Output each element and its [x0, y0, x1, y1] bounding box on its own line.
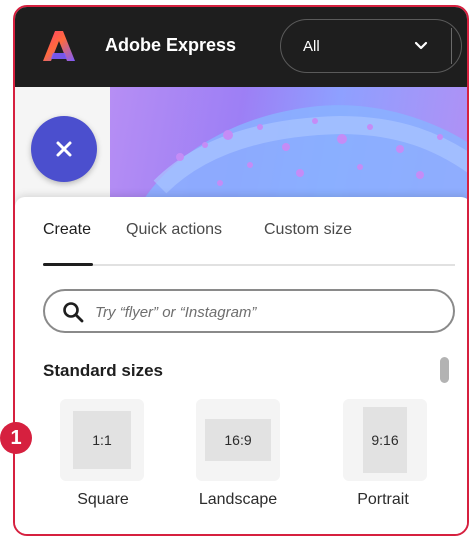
scrollbar[interactable] — [437, 353, 451, 534]
size-label: Landscape — [198, 491, 278, 508]
tab-active-indicator — [43, 263, 93, 266]
create-panel: Create Quick actions Custom size Standar… — [15, 197, 467, 534]
scope-select[interactable]: All — [280, 19, 462, 73]
chevron-down-icon — [414, 41, 428, 50]
section-title-standard-sizes: Standard sizes — [43, 361, 163, 380]
size-ratio-label: 16:9 — [205, 419, 271, 461]
size-option-square[interactable]: 1:1 Square — [48, 399, 158, 519]
scope-divider — [451, 28, 452, 64]
size-label: Square — [77, 491, 129, 508]
size-ratio-label: 9:16 — [363, 407, 407, 473]
size-ratio-label: 1:1 — [73, 411, 131, 469]
tab-quick-actions[interactable]: Quick actions — [126, 221, 222, 239]
search-input[interactable] — [95, 300, 435, 324]
size-option-landscape[interactable]: 16:9 Landscape — [183, 399, 293, 519]
brush-texture-image — [140, 105, 467, 205]
app-title: Adobe Express — [105, 35, 237, 55]
search-box[interactable] — [43, 289, 455, 333]
close-icon — [56, 141, 72, 157]
adobe-express-logo[interactable] — [41, 29, 77, 63]
tab-create[interactable]: Create — [43, 221, 91, 239]
top-bar: Adobe Express All — [15, 7, 467, 87]
size-tile: 1:1 — [60, 399, 144, 481]
scope-select-value: All — [303, 38, 320, 55]
search-icon — [63, 302, 84, 323]
app-frame: Adobe Express All Create Quick actions C… — [13, 5, 469, 536]
size-tile: 9:16 — [343, 399, 427, 481]
step-callout-badge: 1 — [0, 422, 32, 454]
scrollbar-thumb[interactable] — [440, 357, 449, 383]
hero-artwork — [110, 87, 467, 205]
size-tile: 16:9 — [196, 399, 280, 481]
tab-track — [43, 264, 455, 266]
size-label: Portrait — [357, 491, 409, 508]
close-button[interactable] — [31, 116, 97, 182]
tab-bar: Create Quick actions Custom size — [43, 221, 455, 257]
size-option-portrait[interactable]: 9:16 Portrait — [328, 399, 438, 519]
tab-custom-size[interactable]: Custom size — [264, 221, 352, 239]
